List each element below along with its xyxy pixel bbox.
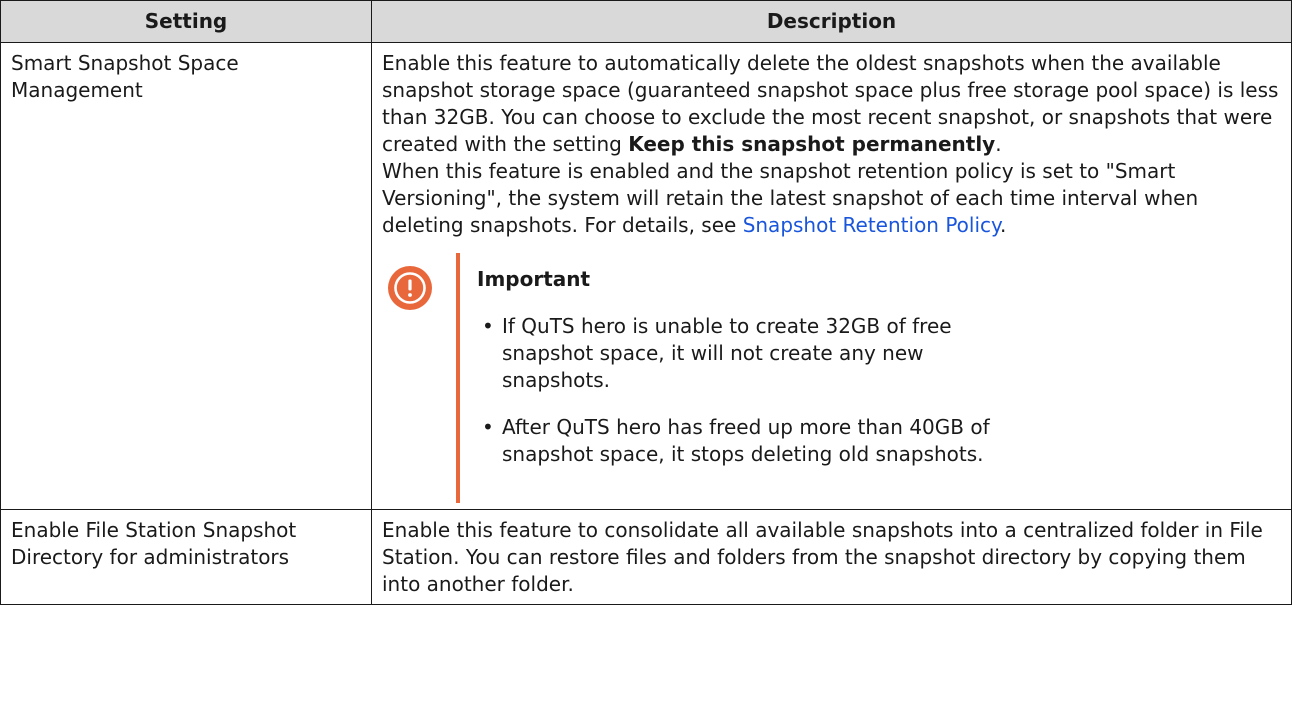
description-text: Enable this feature to consolidate all a… <box>382 518 1263 596</box>
sentence-end: . <box>995 132 1002 156</box>
description-paragraph: When this feature is enabled and the sna… <box>382 158 1283 239</box>
callout-title: Important <box>477 267 591 291</box>
callout-accent-bar <box>456 253 460 503</box>
setting-cell: Smart Snapshot Space Management <box>0 42 372 510</box>
description-cell: Enable this feature to consolidate all a… <box>371 509 1292 605</box>
setting-cell: Enable File Station Snapshot Directory f… <box>0 509 372 605</box>
bullet-icon: • <box>482 314 494 338</box>
snapshot-retention-policy-link[interactable]: Snapshot Retention Policy <box>743 213 1000 237</box>
settings-table: Setting Description Smart Snapshot Space… <box>0 0 1292 605</box>
list-item: • If QuTS hero is unable to create 32GB o… <box>477 313 1037 394</box>
list-item-text: If QuTS hero is unable to create 32GB of… <box>502 314 952 392</box>
bullet-icon: • <box>482 415 494 439</box>
description-cell: Enable this feature to automatically del… <box>371 42 1292 510</box>
table-row: Smart Snapshot Space Management Enable t… <box>0 42 1292 510</box>
column-header-description: Description <box>371 0 1292 43</box>
setting-name: Smart Snapshot Space Management <box>11 51 239 102</box>
table-header-row: Setting Description <box>0 0 1292 43</box>
description-paragraph: Enable this feature to automatically del… <box>382 50 1283 158</box>
list-item-text: After QuTS hero has freed up more than 4… <box>502 415 990 466</box>
callout-list: • If QuTS hero is unable to create 32GB o… <box>477 313 1037 488</box>
setting-emphasis: Keep this snapshot permanently <box>628 132 996 156</box>
setting-name: Enable File Station Snapshot Directory f… <box>11 518 297 569</box>
table-row: Enable File Station Snapshot Directory f… <box>0 509 1292 605</box>
sentence-end: . <box>1000 213 1007 237</box>
column-header-setting: Setting <box>0 0 372 43</box>
list-item: • After QuTS hero has freed up more than … <box>477 414 1037 468</box>
important-callout: Important • If QuTS hero is unable to cre… <box>382 253 1283 503</box>
exclamation-circle-icon <box>388 266 432 310</box>
